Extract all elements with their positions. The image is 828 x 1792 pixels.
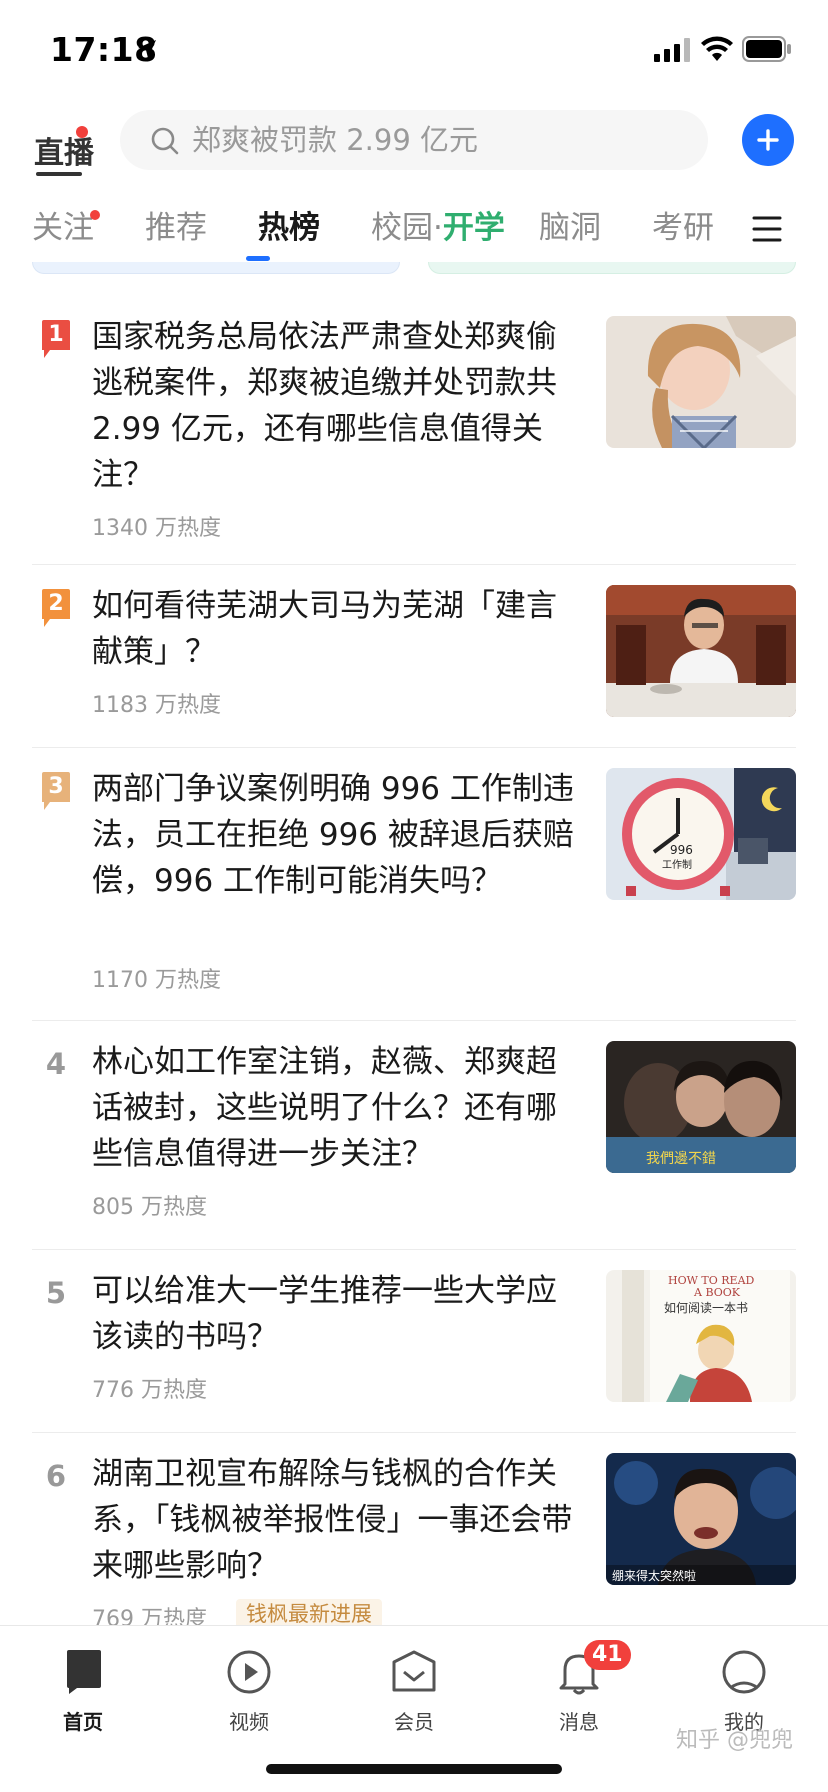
thumb-caption: 996 (670, 843, 693, 857)
notification-dot (90, 210, 100, 220)
nav-video[interactable]: 视频 (194, 1636, 304, 1736)
video-icon (227, 1650, 271, 1694)
rank-number: 5 (45, 1276, 67, 1310)
tab-label: 关注 (32, 210, 94, 246)
item-title[interactable]: 如何看待芜湖大司马为芜湖「建言献策」？ (92, 583, 580, 675)
nav-label: 首页 (63, 1710, 103, 1734)
tab-exam[interactable]: 考研 (652, 206, 714, 256)
channel-tabs: 关注 推荐 热榜 校园·开学 脑洞 考研 (0, 196, 828, 272)
tab-recommend[interactable]: 推荐 (145, 206, 207, 256)
thumb-caption: 绷来得太突然啦 (612, 1568, 696, 1583)
tab-label: 考研 (652, 210, 714, 246)
item-title[interactable]: 湖南卫视宣布解除与钱枫的合作关系，「钱枫被举报性侵」一事还会带来哪些影响？ (92, 1451, 580, 1589)
top-header: 直播 (0, 100, 828, 196)
item-thumbnail[interactable]: 我們邊不錯 (606, 1041, 796, 1173)
thumb-caption: 工作制 (662, 858, 692, 871)
vip-icon (392, 1650, 436, 1692)
list-item[interactable]: 3 两部门争议案例明确 996 工作制违法，员工在拒绝 996 被辞退后获赔偿，… (0, 748, 828, 1020)
item-title[interactable]: 林心如工作室注销，赵薇、郑爽超话被封，这些说明了什么？还有哪些信息值得进一步关注… (92, 1039, 580, 1177)
rank-number: 3 (48, 774, 64, 799)
home-indicator[interactable] (266, 1764, 562, 1774)
status-bar: 17:18 (0, 0, 828, 100)
notification-dot (76, 126, 88, 138)
tab-label: 热榜 (258, 210, 320, 246)
item-thumbnail[interactable]: 996 工作制 (606, 768, 796, 900)
list-item[interactable]: 6 湖南卫视宣布解除与钱枫的合作关系，「钱枫被举报性侵」一事还会带来哪些影响？ … (0, 1433, 828, 1632)
banner-card[interactable] (428, 262, 796, 274)
heat-count: 1170 万热度 (92, 968, 221, 993)
list-item[interactable]: 1 国家税务总局依法严肃查处郑爽偷逃税案件，郑爽被追缴并处罚款共 2.99 亿元… (0, 296, 828, 564)
rank-badge: 2 (42, 589, 70, 629)
heat-count: 1183 万热度 (92, 693, 221, 718)
tab-label: 校园 (371, 210, 433, 246)
tab-hot-list[interactable]: 热榜 (258, 206, 320, 256)
item-thumbnail[interactable] (606, 316, 796, 448)
tab-separator: · (433, 210, 443, 246)
tab-highlight: 开学 (442, 210, 505, 246)
item-thumbnail[interactable]: HOW TO READ A BOOK 如何阅读一本书 (606, 1270, 796, 1402)
item-thumbnail[interactable]: 绷来得太突然啦 (606, 1453, 796, 1585)
home-icon (67, 1650, 101, 1694)
list-item[interactable]: 4 林心如工作室注销，赵薇、郑爽超话被封，这些说明了什么？还有哪些信息值得进一步… (0, 1021, 828, 1249)
rank-badge: 3 (42, 772, 70, 812)
tab-following[interactable]: 关注 (32, 206, 100, 256)
item-title[interactable]: 国家税务总局依法严肃查处郑爽偷逃税案件，郑爽被追缴并处罚款共 2.99 亿元，还… (92, 314, 580, 498)
search-bar[interactable] (120, 110, 708, 170)
item-title[interactable]: 两部门争议案例明确 996 工作制违法，员工在拒绝 996 被辞退后获赔偿，99… (92, 766, 580, 904)
watermark: 知乎 @兜兜 (676, 1728, 793, 1753)
rank-number: 4 (45, 1047, 67, 1081)
thumb-caption: 如何阅读一本书 (664, 1300, 748, 1315)
item-title[interactable]: 可以给准大一学生推荐一些大学应该读的书吗？ (92, 1268, 580, 1360)
active-tab-indicator (246, 256, 270, 261)
live-button[interactable]: 直播 (32, 118, 94, 178)
tab-label: 脑洞 (539, 210, 601, 246)
tab-label: 推荐 (145, 210, 207, 246)
nav-messages[interactable]: 41 消息 (524, 1636, 634, 1736)
battery-icon (742, 36, 791, 62)
menu-icon[interactable] (752, 214, 782, 244)
nav-vip[interactable]: 会员 (359, 1636, 469, 1736)
thumb-caption: A BOOK (693, 1286, 741, 1299)
search-icon (151, 127, 179, 155)
heat-count: 776 万热度 (92, 1378, 207, 1403)
plus-icon (757, 129, 779, 151)
heat-count: 805 万热度 (92, 1195, 207, 1220)
heat-count: 1340 万热度 (92, 516, 221, 541)
list-item[interactable]: 2 如何看待芜湖大司马为芜湖「建言献策」？ 1183 万热度 (0, 565, 828, 747)
tab-brainstorm[interactable]: 脑洞 (539, 206, 601, 256)
nav-profile[interactable]: 我的 (689, 1636, 799, 1736)
rank-number: 6 (45, 1459, 67, 1493)
live-underline (36, 172, 82, 176)
item-thumbnail[interactable] (606, 585, 796, 717)
profile-icon (722, 1650, 766, 1694)
rank-badge: 1 (42, 320, 70, 360)
rank-number: 1 (48, 322, 64, 347)
thumb-caption: 我們邊不錯 (646, 1151, 716, 1167)
nav-home[interactable]: 首页 (28, 1636, 138, 1736)
list-item[interactable]: 5 可以给准大一学生推荐一些大学应该读的书吗？ 776 万热度 HOW TO R… (0, 1250, 828, 1432)
nav-label: 消息 (559, 1710, 599, 1734)
cellular-signal-icon (654, 38, 690, 62)
unread-badge: 41 (584, 1640, 631, 1670)
rank-number: 2 (48, 591, 64, 616)
banner-card[interactable] (32, 262, 400, 274)
create-button[interactable] (742, 114, 794, 166)
location-arrow-icon (138, 40, 156, 58)
search-input[interactable] (192, 110, 692, 170)
nav-label: 会员 (394, 1710, 434, 1734)
nav-label: 视频 (229, 1710, 269, 1734)
wifi-icon (701, 36, 733, 61)
tab-campus[interactable]: 校园·开学 (371, 206, 505, 256)
